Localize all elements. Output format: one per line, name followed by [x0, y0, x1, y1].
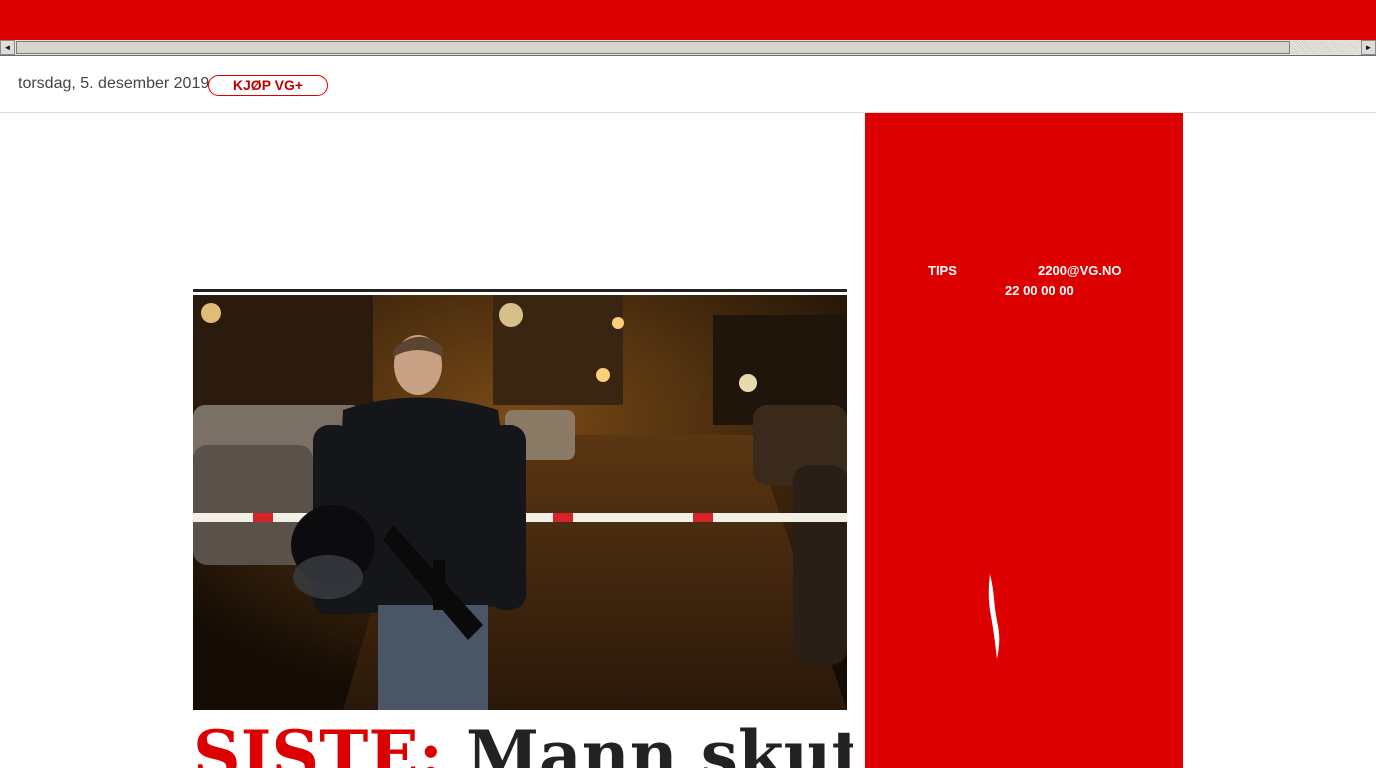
scrollbar-thumb[interactable] [16, 41, 1290, 54]
article-top-rule [193, 289, 847, 292]
article-headline[interactable]: SISTE: Mann skutt i [193, 712, 853, 768]
date-bar: torsdag, 5. desember 2019 KJØP VG+ [0, 56, 1376, 113]
buy-vg-plus-button[interactable]: KJØP VG+ [208, 75, 328, 96]
scroll-right-arrow-icon[interactable]: ► [1361, 40, 1376, 55]
tips-phone-link[interactable]: 22 00 00 00 [1005, 283, 1074, 298]
headline-text: Mann skutt i [465, 716, 853, 768]
tips-email-link[interactable]: 2200@VG.NO [1038, 263, 1122, 278]
top-navigation-bar [0, 0, 1376, 40]
tips-sidebar: TIPS 2200@VG.NO 22 00 00 00 [865, 113, 1183, 768]
scrollbar-track[interactable] [1291, 41, 1360, 54]
current-date: torsdag, 5. desember 2019 [18, 75, 210, 92]
headline-kicker: SISTE: [193, 716, 443, 768]
flame-icon [988, 574, 1000, 659]
horizontal-scrollbar[interactable]: ◄ ► [0, 40, 1376, 56]
police-officer-night-photo [193, 295, 847, 710]
scroll-left-arrow-icon[interactable]: ◄ [0, 40, 15, 55]
tips-label: TIPS [928, 263, 957, 278]
article-photo[interactable] [193, 295, 847, 710]
